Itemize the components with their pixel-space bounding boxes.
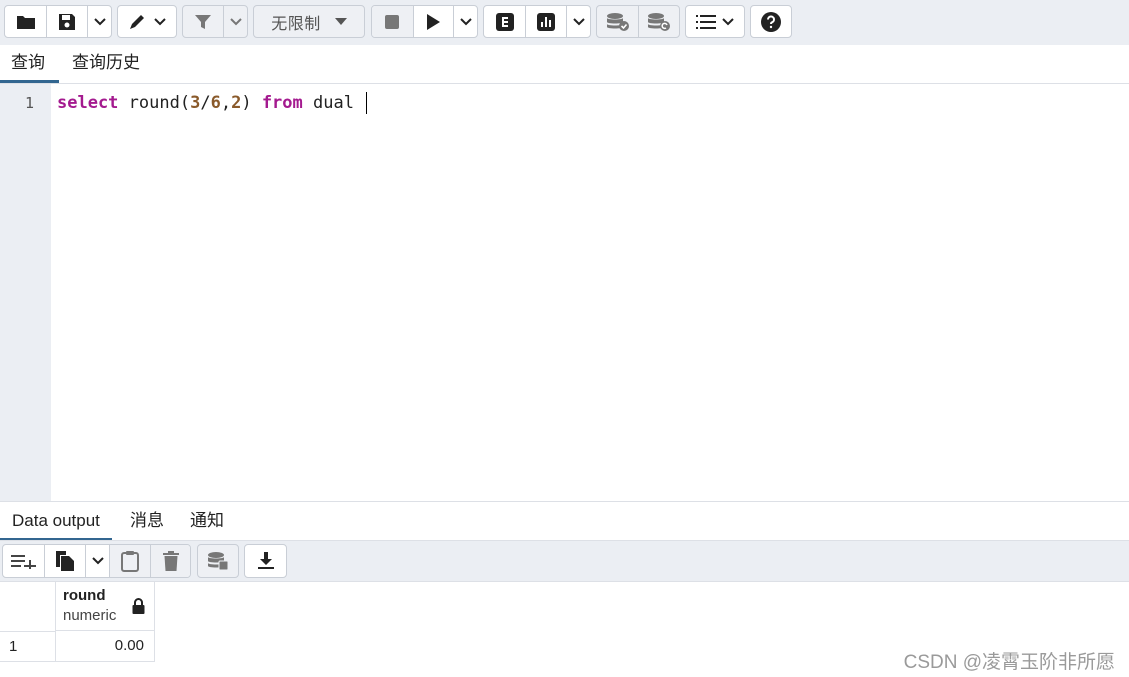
download-icon [257, 552, 274, 569]
chevron-down-icon [459, 17, 472, 25]
add-row-button[interactable] [3, 545, 44, 577]
save-options-dropdown[interactable] [87, 6, 111, 37]
keyword-from: from [261, 93, 303, 113]
operator-divide: / [200, 93, 211, 113]
save-file-button[interactable] [46, 6, 87, 37]
data-output-toolbar [0, 540, 1129, 582]
row-number[interactable]: 1 [0, 631, 55, 662]
clipboard-icon [121, 551, 139, 572]
stop-icon [385, 14, 400, 29]
caret-down-icon [334, 18, 347, 25]
help-icon [761, 11, 781, 32]
explain-button-group [483, 5, 591, 38]
macros-dropdown-button[interactable] [686, 6, 744, 37]
row-actions-group [2, 544, 191, 578]
filter-icon [195, 14, 212, 29]
query-toolbar: 无限制 [0, 0, 1129, 46]
tab-data-output[interactable]: Data output [0, 502, 112, 541]
sql-code-line[interactable]: select round(3/6,2) from dual [57, 92, 368, 114]
output-tabs: Data output 消息 通知 [0, 501, 1129, 541]
transaction-button-group [596, 5, 680, 38]
save-data-changes-button[interactable] [198, 545, 238, 577]
function-round: round( [118, 93, 191, 113]
file-button-group [4, 5, 112, 38]
filter-button[interactable] [183, 6, 223, 37]
number-literal: 2 [231, 93, 242, 113]
chevron-down-icon [93, 17, 106, 25]
table-name: dual [302, 93, 365, 113]
save-icon [59, 13, 75, 30]
add-row-icon [10, 555, 36, 569]
filter-button-group [182, 5, 248, 38]
explain-analyze-button[interactable] [525, 6, 566, 37]
open-file-button[interactable] [5, 6, 46, 37]
download-results-button[interactable] [245, 545, 286, 577]
row-limit-control[interactable]: 无限制 [254, 6, 364, 37]
macros-icon [696, 14, 716, 29]
text-cursor [366, 92, 368, 114]
number-literal: 6 [210, 93, 221, 113]
rollback-icon [648, 12, 670, 31]
line-number-gutter: 1 [0, 84, 51, 501]
comma: , [220, 93, 232, 113]
rollback-button[interactable] [638, 6, 679, 37]
execute-button-group [371, 5, 478, 38]
number-literal: 3 [190, 93, 201, 113]
row-limit-select[interactable]: 无限制 [253, 5, 365, 38]
edit-dropdown-button[interactable] [118, 6, 176, 37]
folder-icon [16, 15, 35, 29]
copy-icon [56, 551, 74, 571]
help-button-group [750, 5, 792, 38]
macros-button-group [685, 5, 745, 38]
delete-row-button[interactable] [150, 545, 190, 577]
paste-button[interactable] [109, 545, 150, 577]
column-header-round[interactable]: round numeric [55, 582, 155, 631]
explain-button[interactable] [484, 6, 525, 37]
table-cell[interactable]: 0.00 [55, 631, 155, 662]
column-type: numeric [63, 607, 117, 624]
line-number: 1 [24, 94, 34, 112]
save-data-group [197, 544, 239, 578]
play-icon [427, 13, 441, 30]
close-paren: ) [241, 93, 262, 113]
help-button[interactable] [751, 6, 791, 37]
execute-options-dropdown[interactable] [453, 6, 477, 37]
copy-options-dropdown[interactable] [85, 545, 109, 577]
watermark: CSDN @凌霄玉阶非所愿 [903, 652, 1115, 673]
query-tabs: 查询 查询历史 [0, 45, 1129, 84]
tab-messages[interactable]: 消息 [118, 502, 176, 541]
trash-icon [162, 551, 179, 571]
column-name: round [63, 587, 106, 604]
tab-query[interactable]: 查询 [0, 45, 59, 83]
commit-button[interactable] [597, 6, 638, 37]
lock-icon [132, 598, 145, 614]
explain-icon [495, 12, 514, 31]
download-group [244, 544, 287, 578]
edit-button-group [117, 5, 177, 38]
stop-button[interactable] [372, 6, 413, 37]
chevron-down-icon [229, 17, 242, 25]
copy-button[interactable] [44, 545, 85, 577]
chevron-down-icon [91, 557, 104, 565]
analyze-icon [537, 12, 555, 31]
chevron-down-icon [572, 17, 585, 25]
keyword-select: select [57, 93, 119, 113]
chevron-down-icon [154, 17, 166, 25]
tab-notifications[interactable]: 通知 [178, 502, 236, 541]
row-limit-value: 无限制 [271, 15, 321, 33]
database-save-icon [208, 552, 229, 571]
tab-query-history[interactable]: 查询历史 [61, 45, 151, 83]
execute-button[interactable] [412, 6, 454, 37]
sql-editor[interactable]: 1 select round(3/6,2) from dual [0, 84, 1129, 501]
pencil-icon [130, 14, 144, 29]
filter-options-dropdown[interactable] [223, 6, 247, 37]
explain-options-dropdown[interactable] [566, 6, 590, 37]
chevron-down-icon [722, 17, 734, 25]
commit-icon [606, 12, 629, 31]
